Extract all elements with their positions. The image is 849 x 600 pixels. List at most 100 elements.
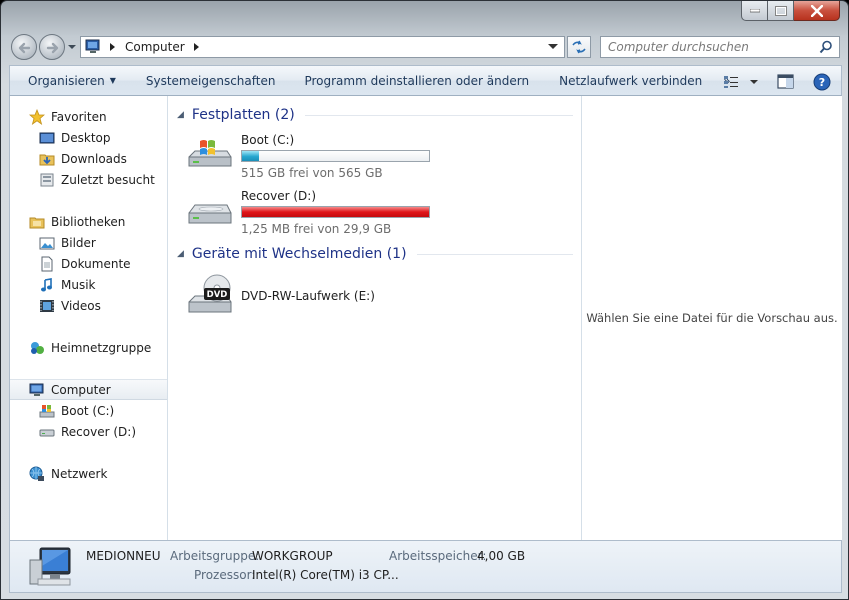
preview-pane-icon[interactable] — [777, 73, 795, 90]
star-icon — [29, 108, 45, 125]
libraries-icon — [29, 217, 45, 228]
drive-usage-bar — [241, 150, 430, 162]
caption-buttons — [741, 1, 840, 21]
sidebar-item-favorites[interactable]: Favoriten — [10, 106, 167, 127]
group-divider — [304, 114, 573, 116]
command-bar: Organisieren ▼ Systemeigenschaften Progra… — [9, 65, 842, 96]
drive-name: Recover (D:) — [241, 189, 316, 203]
sidebar-item-label: Bibliotheken — [51, 214, 126, 229]
arrow-left-icon — [18, 42, 31, 54]
drive-usage-fill — [242, 207, 429, 217]
sidebar-item-label: Desktop — [61, 130, 111, 145]
sidebar-item-music[interactable]: Musik — [10, 274, 167, 295]
map-network-drive-button[interactable]: Netzlaufwerk verbinden — [538, 65, 711, 96]
navigation-pane: Favoriten Desktop Downloads Zuletzt besu… — [10, 96, 168, 540]
collapse-triangle-icon[interactable]: ◢ — [177, 110, 184, 120]
address-bar[interactable]: Computer — [80, 36, 565, 58]
sidebar-item-pictures[interactable]: Bilder — [10, 232, 167, 253]
details-pane: MEDIONNEU Arbeitsgruppe: WORKGROUP Arbei… — [9, 540, 842, 593]
collapse-triangle-icon[interactable]: ◢ — [177, 249, 184, 259]
dvd-drive-icon: DVD — [188, 274, 232, 313]
search-box[interactable] — [600, 36, 840, 58]
workgroup-value: WORKGROUP — [252, 549, 333, 563]
sidebar-item-homegroup[interactable]: Heimnetzgruppe — [10, 337, 167, 358]
sidebar-item-libraries[interactable]: Bibliotheken — [10, 211, 167, 232]
sidebar-item-network[interactable]: Netzwerk — [10, 463, 167, 484]
chevron-right-icon[interactable] — [107, 42, 119, 52]
drive-name: Boot (C:) — [241, 133, 295, 147]
recent-pages-dropdown[interactable] — [67, 43, 77, 51]
refresh-button[interactable] — [567, 36, 591, 58]
sidebar-item-label: Boot (C:) — [61, 403, 115, 418]
close-icon — [810, 4, 823, 17]
group-title: Geräte mit Wechselmedien (1) — [191, 246, 407, 262]
address-history-dropdown-icon[interactable] — [546, 42, 560, 52]
system-drive-icon — [39, 404, 55, 417]
drive-name: DVD-RW-Laufwerk (E:) — [241, 289, 375, 303]
forward-button[interactable] — [39, 34, 65, 60]
sidebar-item-label: Favoriten — [51, 109, 107, 124]
sidebar-item-desktop[interactable]: Desktop — [10, 127, 167, 148]
homegroup-icon — [31, 341, 44, 354]
svg-text:?: ? — [819, 76, 825, 89]
computer-icon — [85, 39, 100, 53]
sidebar-item-documents[interactable]: Dokumente — [10, 253, 167, 274]
organize-menu[interactable]: Organisieren ▼ — [10, 65, 137, 96]
group-title: Festplatten (2) — [191, 107, 295, 123]
explorer-window: Computer Organisieren ▼ Systemeigenschaft… — [0, 0, 849, 600]
group-header-removable[interactable]: ◢ Geräte mit Wechselmedien (1) — [177, 246, 573, 262]
sidebar-item-videos[interactable]: Videos — [10, 295, 167, 316]
cpu-value: Intel(R) Core(TM) i3 CP... — [252, 568, 399, 582]
system-drive-icon — [188, 140, 232, 167]
sidebar-item-label: Computer — [51, 382, 111, 397]
music-icon — [41, 277, 52, 291]
sidebar-item-label: Musik — [61, 277, 96, 292]
workgroup-label: Arbeitsgruppe: — [170, 549, 260, 563]
sidebar-item-label: Recover (D:) — [61, 424, 136, 439]
sidebar-item-label: Netzwerk — [51, 466, 108, 481]
cpu-label: Prozessor: — [194, 568, 256, 582]
sidebar-item-label: Dokumente — [61, 256, 131, 271]
maximize-button[interactable] — [768, 1, 794, 21]
drive-usage-bar — [241, 206, 430, 218]
drive-free-space: 515 GB frei von 565 GB — [241, 166, 383, 180]
sidebar-item-recover-d[interactable]: Recover (D:) — [10, 421, 167, 442]
arrow-right-icon — [46, 42, 59, 54]
recent-places-icon — [40, 173, 54, 186]
organize-label: Organisieren — [28, 73, 105, 88]
drive-dvd-e[interactable]: DVD DVD-RW-Laufwerk (E:) — [187, 272, 567, 322]
breadcrumb-computer[interactable]: Computer — [125, 40, 185, 54]
drive-free-space: 1,25 MB frei von 29,9 GB — [241, 222, 392, 236]
drive-recover-d[interactable]: Recover (D:) 1,25 MB frei von 29,9 GB — [187, 189, 567, 239]
main-area: Favoriten Desktop Downloads Zuletzt besu… — [9, 96, 842, 540]
search-icon[interactable] — [819, 40, 833, 54]
close-button[interactable] — [794, 1, 840, 21]
back-button[interactable] — [11, 34, 37, 60]
computer-icon — [29, 383, 44, 396]
computer-icon — [29, 547, 71, 586]
drive-usage-fill — [242, 151, 259, 161]
uninstall-program-button[interactable]: Programm deinstallieren oder ändern — [284, 65, 538, 96]
sidebar-item-downloads[interactable]: Downloads — [10, 148, 167, 169]
group-header-hard-disks[interactable]: ◢ Festplatten (2) — [177, 107, 573, 123]
system-properties-button[interactable]: Systemeigenschaften — [137, 65, 285, 96]
videos-icon — [40, 299, 54, 312]
view-details-icon — [724, 75, 738, 88]
sidebar-item-boot-c[interactable]: Boot (C:) — [10, 400, 167, 421]
help-icon[interactable]: ? — [813, 73, 831, 91]
search-input[interactable] — [601, 38, 815, 56]
downloads-folder-icon — [39, 154, 55, 165]
sidebar-item-recent[interactable]: Zuletzt besucht — [10, 169, 167, 190]
drive-boot-c[interactable]: Boot (C:) 515 GB frei von 565 GB — [187, 133, 567, 183]
drive-icon — [39, 429, 55, 436]
change-view-button[interactable] — [723, 75, 759, 89]
group-divider — [416, 253, 573, 255]
caret-down-icon: ▼ — [109, 76, 116, 85]
preview-pane: Wählen Sie eine Datei für die Vorschau a… — [581, 96, 842, 540]
sidebar-item-computer[interactable]: Computer — [10, 379, 167, 400]
memory-label: Arbeitsspeicher: — [389, 549, 487, 563]
minimize-button[interactable] — [741, 1, 768, 21]
chevron-right-icon[interactable] — [191, 42, 203, 52]
network-icon — [29, 466, 44, 481]
maximize-icon — [774, 5, 787, 16]
